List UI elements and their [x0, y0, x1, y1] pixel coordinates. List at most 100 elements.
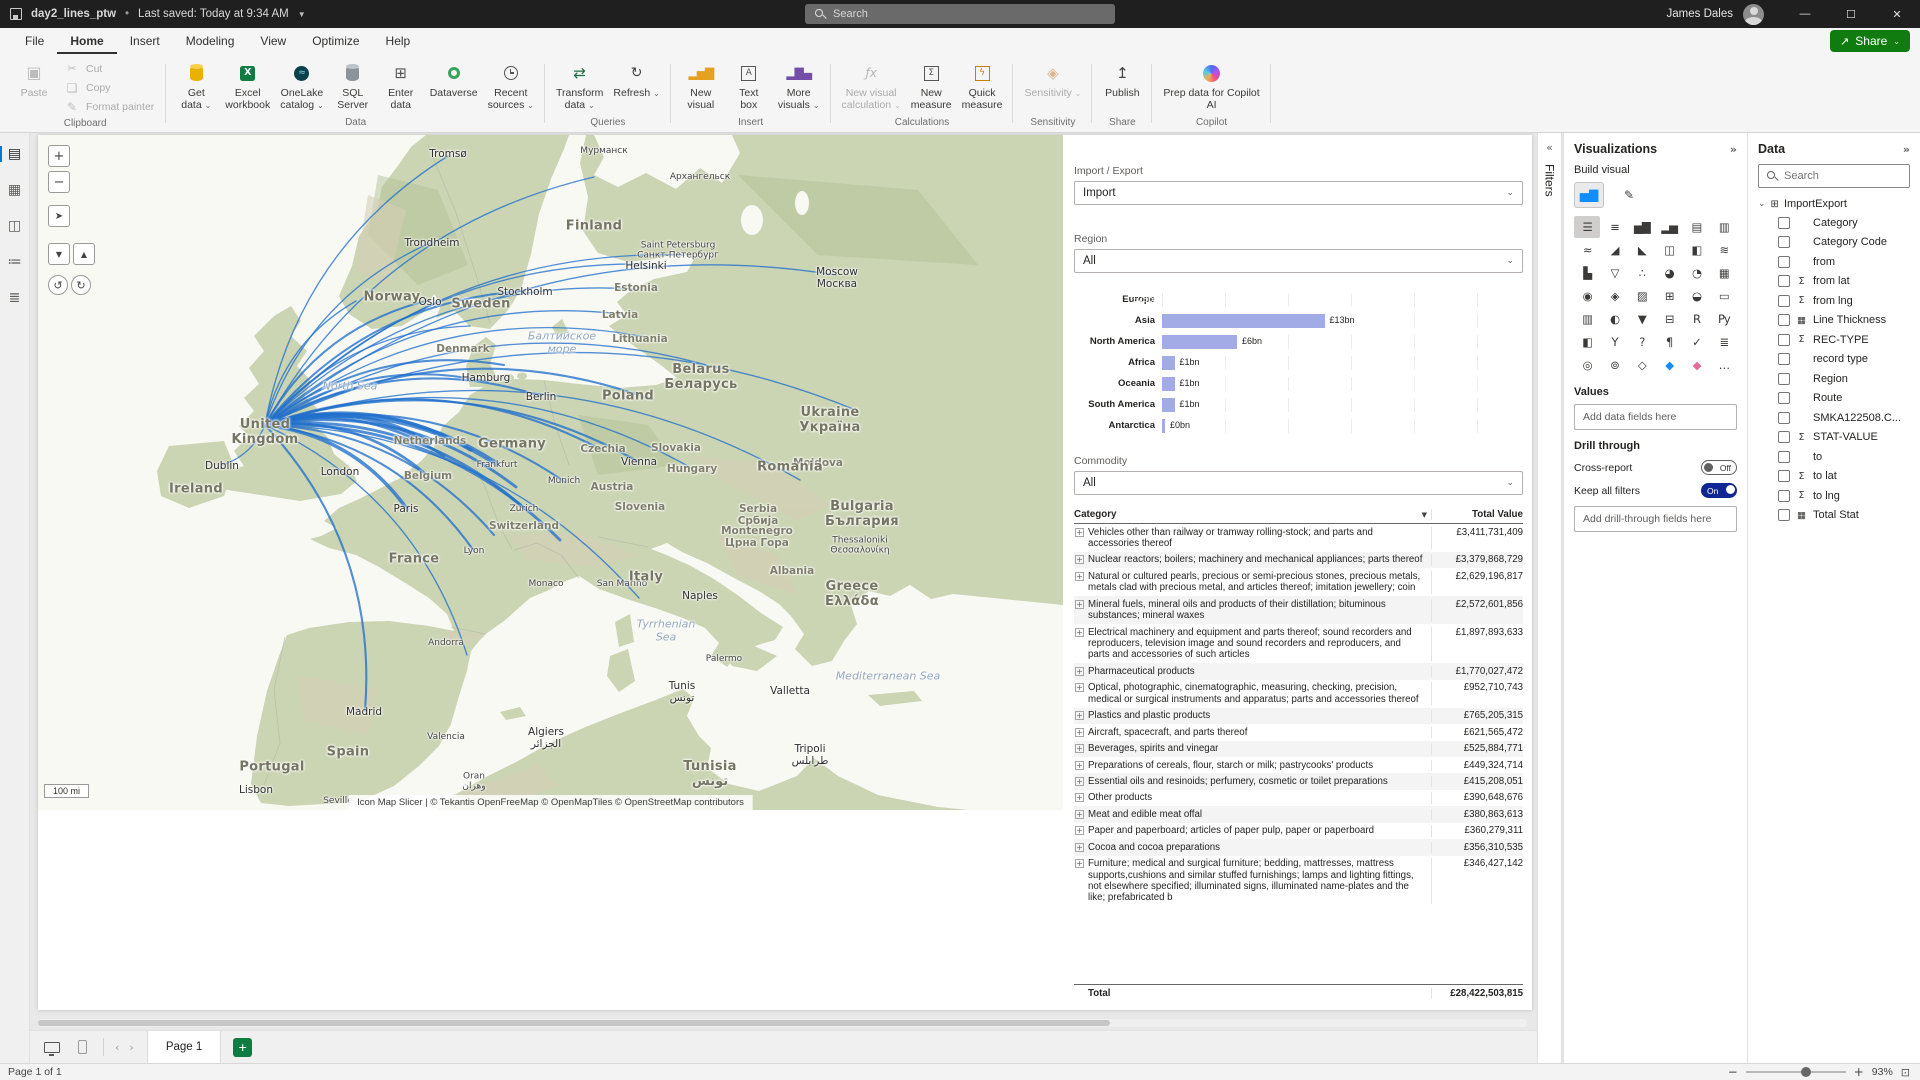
menu-tab-home[interactable]: Home: [57, 29, 116, 54]
fit-to-page-icon[interactable]: ⊡: [1901, 1066, 1910, 1079]
field-row[interactable]: Route: [1758, 389, 1910, 409]
expand-row-icon[interactable]: +: [1075, 777, 1084, 786]
map-pitch-up-button[interactable]: ▲: [73, 243, 95, 265]
refresh-button[interactable]: ↻Refresh ⌄: [609, 58, 663, 101]
enter-button[interactable]: ⊞Enterdata: [378, 58, 424, 114]
page-tab[interactable]: Page 1: [147, 1031, 221, 1064]
visual-type-icon[interactable]: ≈: [1574, 239, 1600, 261]
visual-type-icon[interactable]: ◈: [1601, 285, 1627, 307]
menu-tab-optimize[interactable]: Optimize: [299, 29, 372, 54]
transform-button[interactable]: ⇄Transformdata ⌄: [552, 58, 607, 114]
icon-map-visual[interactable]: NorwaySwedenFinlandTromsøМурманскАрханге…: [38, 135, 1063, 810]
visual-type-icon[interactable]: ☰: [1574, 216, 1600, 238]
field-row[interactable]: ΣSTAT-VALUE: [1758, 428, 1910, 448]
expand-row-icon[interactable]: +: [1075, 843, 1084, 852]
map-rotate-left-button[interactable]: ↺: [48, 275, 68, 295]
title-menu-caret[interactable]: ▼: [298, 10, 306, 19]
share-button[interactable]: ↗ Share ⌄: [1830, 30, 1910, 52]
new-button[interactable]: ▂▅▇Newvisual: [678, 58, 724, 114]
onelake-button[interactable]: ≈OneLakecatalog ⌄: [276, 58, 327, 114]
table-row[interactable]: +Other products£390,648,676: [1074, 790, 1523, 806]
field-checkbox[interactable]: [1778, 217, 1790, 229]
menu-tab-help[interactable]: Help: [373, 29, 424, 54]
menu-tab-insert[interactable]: Insert: [117, 29, 173, 54]
collapse-pane-icon[interactable]: »: [1730, 143, 1737, 156]
visual-type-icon[interactable]: ▽: [1601, 262, 1627, 284]
menu-tab-view[interactable]: View: [247, 29, 299, 54]
global-search[interactable]: [805, 4, 1115, 24]
visual-type-icon[interactable]: ◆: [1656, 354, 1682, 376]
minimize-button[interactable]: —: [1782, 0, 1828, 28]
visual-type-icon[interactable]: ◆: [1683, 354, 1709, 376]
dataverse-button[interactable]: Dataverse: [426, 58, 482, 101]
dax-query-view-icon[interactable]: ≔: [4, 251, 26, 273]
table-row[interactable]: +Cocoa and cocoa preparations£356,310,53…: [1074, 839, 1523, 855]
region-dropdown[interactable]: All⌄: [1074, 249, 1523, 273]
sql-button[interactable]: SQLServer: [330, 58, 376, 114]
keep-all-filters-toggle[interactable]: On: [1701, 483, 1737, 498]
map-select-tool-button[interactable]: ➤: [48, 205, 70, 227]
canvas-horizontal-scrollbar[interactable]: [38, 1019, 1527, 1027]
field-checkbox[interactable]: [1778, 490, 1790, 502]
visual-type-icon[interactable]: ▼: [1629, 308, 1655, 330]
field-row[interactable]: Category: [1758, 213, 1910, 233]
field-row[interactable]: ΣREC-TYPE: [1758, 330, 1910, 350]
menu-tab-file[interactable]: File: [12, 29, 57, 54]
bar-row[interactable]: Antarctica£0bn: [1074, 415, 1523, 436]
bar-row[interactable]: North America£6bn: [1074, 331, 1523, 352]
visual-type-icon[interactable]: ◫: [1656, 239, 1682, 261]
table-row[interactable]: +Meat and edible meat offal£380,863,613: [1074, 806, 1523, 822]
cross-report-toggle[interactable]: Off: [1701, 460, 1737, 475]
expand-row-icon[interactable]: +: [1075, 683, 1084, 692]
expand-row-icon[interactable]: +: [1075, 711, 1084, 720]
report-page[interactable]: NorwaySwedenFinlandTromsøМурманскАрханге…: [38, 135, 1532, 1010]
report-view-icon[interactable]: ▤: [4, 143, 26, 165]
prep-data-for-copilot-button[interactable]: Prep data for CopilotAI: [1159, 58, 1263, 114]
visual-type-icon[interactable]: ▥: [1711, 216, 1737, 238]
field-row[interactable]: SMKA122508.C...: [1758, 408, 1910, 428]
table-row[interactable]: +Electrical machinery and equipment and …: [1074, 624, 1523, 663]
field-row[interactable]: ▦Line Thickness: [1758, 311, 1910, 331]
field-checkbox[interactable]: [1778, 392, 1790, 404]
drill-through-field-well[interactable]: Add drill-through fields here: [1574, 506, 1737, 532]
visual-type-icon[interactable]: ▤: [1683, 216, 1709, 238]
table-row[interactable]: +Furniture; medical and surgical furnitu…: [1074, 856, 1523, 907]
visual-type-icon[interactable]: ⊟: [1656, 308, 1682, 330]
field-row[interactable]: Σfrom lat: [1758, 272, 1910, 292]
map-rotate-right-button[interactable]: ↻: [71, 275, 91, 295]
visual-type-icon[interactable]: ?: [1629, 331, 1655, 353]
values-field-well[interactable]: Add data fields here: [1574, 404, 1737, 430]
sensitivity-button[interactable]: ◈Sensitivity ⌄: [1020, 58, 1085, 101]
table-row[interactable]: +Nuclear reactors; boilers; machinery an…: [1074, 552, 1523, 568]
next-page-chevron[interactable]: ›: [124, 1041, 138, 1054]
model-view-icon[interactable]: ◫: [4, 215, 26, 237]
paste-button[interactable]: ▣Paste: [11, 58, 57, 101]
field-checkbox[interactable]: [1778, 412, 1790, 424]
table-row[interactable]: +Vehicles other than railway or tramway …: [1074, 524, 1523, 552]
visual-type-icon[interactable]: ▅▇: [1629, 216, 1655, 238]
commodity-dropdown[interactable]: All⌄: [1074, 471, 1523, 495]
build-visual-tab[interactable]: ▅▇: [1574, 182, 1604, 208]
field-checkbox[interactable]: [1778, 373, 1790, 385]
visual-type-icon[interactable]: ◧: [1683, 239, 1709, 261]
field-row[interactable]: Region: [1758, 369, 1910, 389]
field-row[interactable]: to: [1758, 447, 1910, 467]
save-icon[interactable]: [10, 8, 22, 20]
more-button[interactable]: ▂▇▄Morevisuals ⌄: [774, 58, 824, 114]
bar-row[interactable]: Europe£28bn: [1074, 289, 1523, 310]
visual-type-icon[interactable]: ◒: [1683, 285, 1709, 307]
visual-type-icon[interactable]: ◣: [1629, 239, 1655, 261]
visual-type-icon[interactable]: ⊚: [1601, 354, 1627, 376]
visual-type-icon[interactable]: ▦: [1711, 262, 1737, 284]
expand-row-icon[interactable]: +: [1075, 628, 1084, 637]
previous-page-chevron[interactable]: ‹: [110, 1041, 124, 1054]
expand-row-icon[interactable]: +: [1075, 555, 1084, 564]
expand-row-icon[interactable]: +: [1075, 761, 1084, 770]
field-checkbox[interactable]: [1778, 509, 1790, 521]
expand-row-icon[interactable]: +: [1075, 667, 1084, 676]
desktop-view-icon[interactable]: [44, 1042, 60, 1053]
visual-type-icon[interactable]: ◐: [1601, 308, 1627, 330]
new-button[interactable]: ΣNewmeasure: [907, 58, 956, 114]
table-row[interactable]: +Natural or cultured pearls, precious or…: [1074, 568, 1523, 596]
field-checkbox[interactable]: [1778, 236, 1790, 248]
